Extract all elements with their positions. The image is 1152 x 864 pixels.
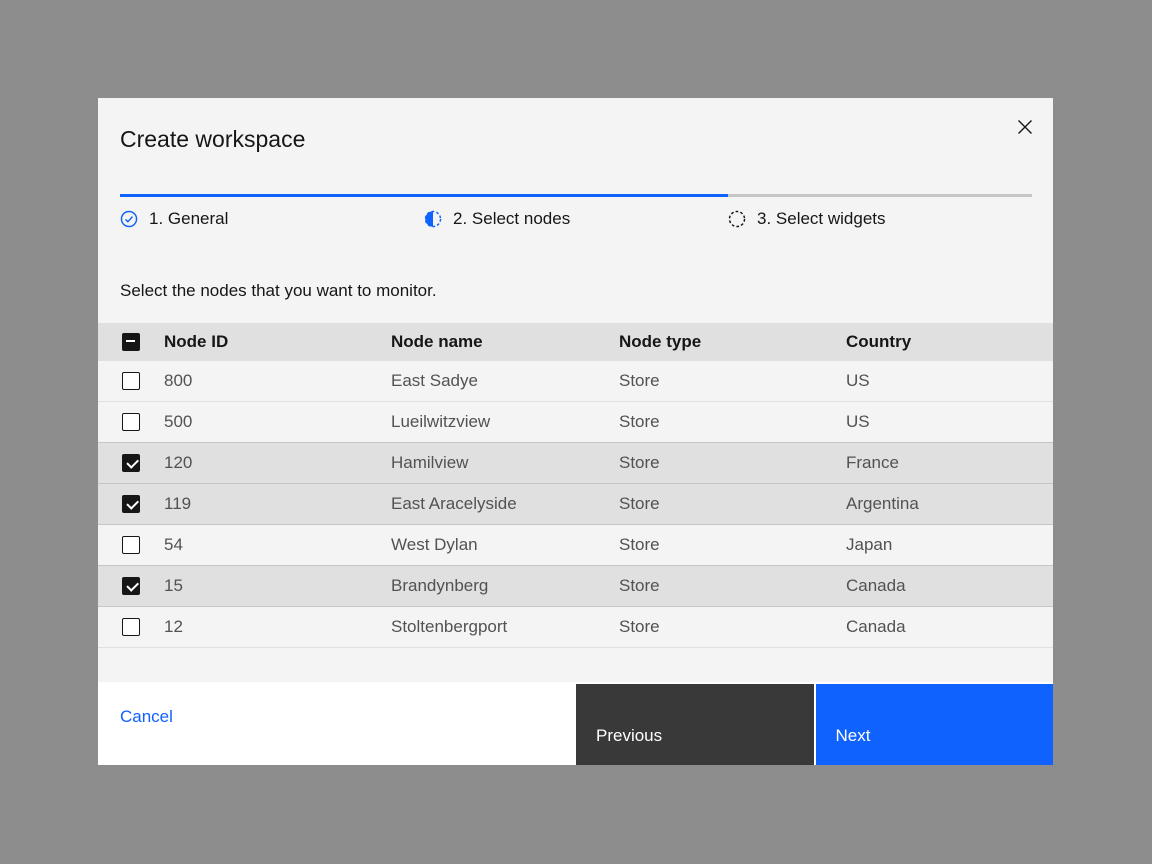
node-type-cell: Store <box>619 617 846 637</box>
country-cell: France <box>846 453 1053 473</box>
table-row[interactable]: 500 Lueilwitzview Store US <box>98 401 1053 442</box>
node-id-cell: 119 <box>164 494 391 514</box>
column-header-node-type: Node type <box>619 332 846 352</box>
table-row[interactable]: 54 West Dylan Store Japan <box>98 524 1053 565</box>
close-button[interactable] <box>1009 111 1041 143</box>
node-name-cell: East Sadye <box>391 371 619 391</box>
node-id-cell: 800 <box>164 371 391 391</box>
modal-title: Create workspace <box>120 125 1031 153</box>
row-checkbox[interactable] <box>122 454 140 472</box>
cancel-button[interactable]: Cancel <box>98 682 173 765</box>
node-id-cell: 12 <box>164 617 391 637</box>
table-row[interactable]: 119 East Aracelyside Store Argentina <box>98 483 1053 524</box>
node-type-cell: Store <box>619 576 846 596</box>
node-type-cell: Store <box>619 494 846 514</box>
progress-bar-fill <box>120 194 728 197</box>
node-type-cell: Store <box>619 453 846 473</box>
create-workspace-modal: Create workspace 1. General <box>98 98 1053 765</box>
node-name-cell: Lueilwitzview <box>391 412 619 432</box>
node-name-cell: West Dylan <box>391 535 619 555</box>
table-row[interactable]: 120 Hamilview Store France <box>98 442 1053 483</box>
node-name-cell: Brandynberg <box>391 576 619 596</box>
country-cell: US <box>846 371 1053 391</box>
node-id-cell: 500 <box>164 412 391 432</box>
row-checkbox[interactable] <box>122 495 140 513</box>
row-checkbox[interactable] <box>122 577 140 595</box>
country-cell: Canada <box>846 617 1053 637</box>
country-cell: Argentina <box>846 494 1053 514</box>
step-incomplete-icon <box>728 210 746 228</box>
step-label: 3. Select widgets <box>757 208 886 230</box>
country-cell: Canada <box>846 576 1053 596</box>
country-cell: US <box>846 412 1053 432</box>
close-icon <box>1017 119 1033 135</box>
select-all-checkbox[interactable] <box>122 333 140 351</box>
nodes-table: Node ID Node name Node type Country 800 … <box>98 323 1053 648</box>
modal-header: Create workspace <box>98 98 1053 153</box>
node-name-cell: Stoltenbergport <box>391 617 619 637</box>
step-label: 2. Select nodes <box>453 208 570 230</box>
step-complete-icon <box>120 210 138 228</box>
step-item-select-nodes[interactable]: 2. Select nodes <box>424 205 728 230</box>
modal-footer: Cancel Previous Next <box>98 682 1053 765</box>
column-header-country: Country <box>846 332 1053 352</box>
node-id-cell: 54 <box>164 535 391 555</box>
table-row[interactable]: 12 Stoltenbergport Store Canada <box>98 606 1053 647</box>
country-cell: Japan <box>846 535 1053 555</box>
step-indicator: 1. General 2. Select nodes 3. Select wid… <box>120 205 1032 230</box>
node-type-cell: Store <box>619 371 846 391</box>
step-label: 1. General <box>149 208 228 230</box>
node-name-cell: Hamilview <box>391 453 619 473</box>
row-checkbox[interactable] <box>122 413 140 431</box>
step-current-icon <box>424 210 442 228</box>
previous-button[interactable]: Previous <box>576 684 814 765</box>
progress-bar <box>120 194 1032 197</box>
table-row[interactable]: 15 Brandynberg Store Canada <box>98 565 1053 606</box>
next-button[interactable]: Next <box>816 684 1054 765</box>
node-id-cell: 120 <box>164 453 391 473</box>
table-header-row: Node ID Node name Node type Country <box>98 323 1053 360</box>
column-header-node-id: Node ID <box>164 332 391 352</box>
row-checkbox[interactable] <box>122 372 140 390</box>
row-checkbox[interactable] <box>122 618 140 636</box>
node-type-cell: Store <box>619 412 846 432</box>
modal-description: Select the nodes that you want to monito… <box>120 280 1031 302</box>
step-item-general[interactable]: 1. General <box>120 205 424 230</box>
node-id-cell: 15 <box>164 576 391 596</box>
row-checkbox[interactable] <box>122 536 140 554</box>
table-row[interactable]: 800 East Sadye Store US <box>98 360 1053 401</box>
step-item-select-widgets[interactable]: 3. Select widgets <box>728 205 1032 230</box>
footer-buttons: Previous Next <box>576 682 1053 765</box>
node-name-cell: East Aracelyside <box>391 494 619 514</box>
column-header-node-name: Node name <box>391 332 619 352</box>
node-type-cell: Store <box>619 535 846 555</box>
